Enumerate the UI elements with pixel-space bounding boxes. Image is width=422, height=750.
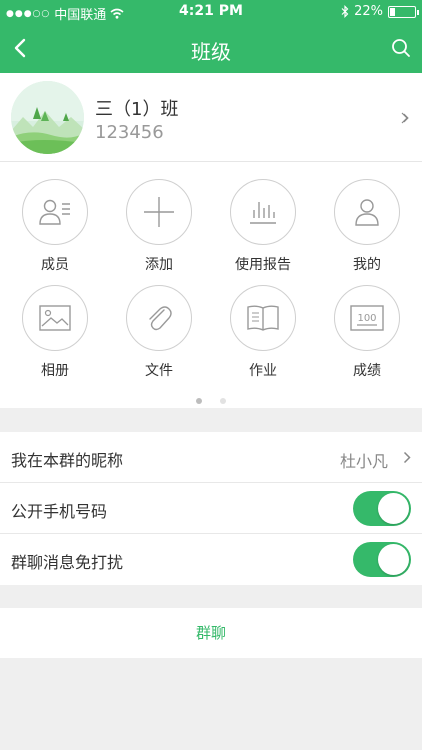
function-grid: 成员 添加 使用报告 我的 相册 文件 作业 100 成绩 <box>0 162 422 408</box>
grid-item-report[interactable]: 使用报告 <box>211 179 315 274</box>
book-icon <box>230 285 296 351</box>
class-avatar <box>11 81 84 154</box>
row-label: 我在本群的昵称 <box>11 451 124 470</box>
page-dot-active <box>196 398 203 404</box>
grid-item-scores[interactable]: 100 成绩 <box>315 285 419 380</box>
grid-label: 我的 <box>353 257 381 273</box>
page-indicator <box>0 389 422 408</box>
nav-bar: 班级 <box>0 24 422 73</box>
grid-item-homework[interactable]: 作业 <box>211 285 315 380</box>
toggle-knob <box>378 493 409 524</box>
photo-album-icon <box>22 285 88 351</box>
bluetooth-icon <box>341 5 349 18</box>
do-not-disturb-toggle[interactable] <box>353 542 411 577</box>
chevron-right-icon <box>403 451 411 464</box>
toggle-knob <box>378 544 409 575</box>
class-profile[interactable]: 三（1）班 123456 <box>0 73 422 162</box>
row-label: 群聊消息免打扰 <box>11 553 124 572</box>
grid-label: 文件 <box>145 363 173 379</box>
nickname-value: 杜小凡 <box>339 452 388 471</box>
page-dot <box>219 398 226 404</box>
plus-icon <box>126 179 192 245</box>
battery-level <box>390 7 396 16</box>
class-id: 123456 <box>95 122 164 143</box>
report-chart-icon <box>230 179 296 245</box>
grid-label: 成绩 <box>353 363 381 379</box>
do-not-disturb-row: 群聊消息免打扰 <box>0 534 422 585</box>
grid-label: 作业 <box>249 363 277 379</box>
member-icon <box>22 179 88 245</box>
row-label: 公开手机号码 <box>11 502 108 521</box>
user-icon <box>334 179 400 245</box>
landscape-avatar-image <box>11 81 84 154</box>
score-icon: 100 <box>334 285 400 351</box>
group-chat-button[interactable]: 群聊 <box>0 608 422 658</box>
grid-item-files[interactable]: 文件 <box>107 285 211 380</box>
grid-item-mine[interactable]: 我的 <box>315 179 419 274</box>
grid-label: 使用报告 <box>235 257 291 273</box>
status-bar: ●●●○○ 中国联通 4:21 PM 22% <box>0 0 422 24</box>
settings-list: 我在本群的昵称 杜小凡 公开手机号码 群聊消息免打扰 <box>0 432 422 585</box>
grid-label: 成员 <box>41 257 69 273</box>
battery-percent: 22% <box>354 4 383 19</box>
grid-item-members[interactable]: 成员 <box>3 179 107 274</box>
public-phone-row: 公开手机号码 <box>0 483 422 534</box>
public-phone-toggle[interactable] <box>353 491 411 526</box>
grid-label: 相册 <box>41 363 69 379</box>
grid-item-add[interactable]: 添加 <box>107 179 211 274</box>
grid-item-album[interactable]: 相册 <box>3 285 107 380</box>
header: ●●●○○ 中国联通 4:21 PM 22% 班级 <box>0 0 422 73</box>
battery-icon <box>388 5 419 18</box>
paperclip-icon <box>126 285 192 351</box>
svg-text:100: 100 <box>357 313 376 324</box>
search-icon[interactable] <box>390 37 412 59</box>
class-name: 三（1）班 <box>95 99 179 120</box>
grid-label: 添加 <box>145 257 173 273</box>
qr-code-icon[interactable] <box>400 111 410 125</box>
status-right: 22% <box>341 4 419 19</box>
page-title: 班级 <box>191 40 231 64</box>
nickname-row[interactable]: 我在本群的昵称 杜小凡 <box>0 432 422 483</box>
